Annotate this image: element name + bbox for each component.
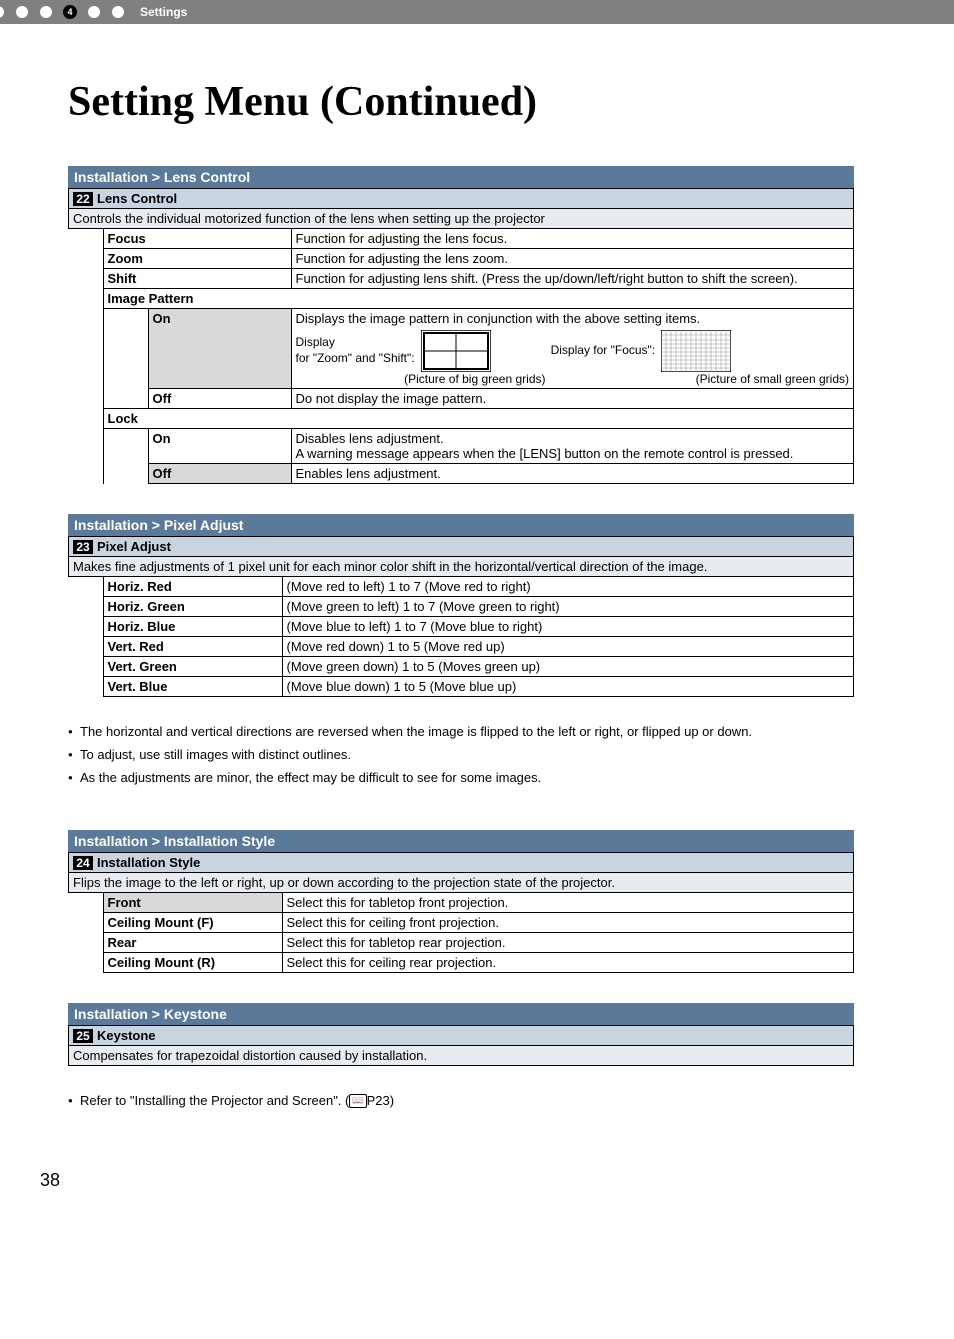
notes-keystone: Refer to "Installing the Projector and S… <box>68 1079 854 1110</box>
row-cr-name: Ceiling Mount (R) <box>103 952 282 972</box>
note-pa-2: To adjust, use still images with distinc… <box>68 747 854 764</box>
breadcrumb-install-style: Installation > Installation Style <box>68 830 854 852</box>
row-hr-name: Horiz. Red <box>103 577 282 597</box>
row-cf-value: Select this for ceiling front projection… <box>282 912 854 932</box>
row-cr-value: Select this for ceiling rear projection. <box>282 952 854 972</box>
row-ip-on-name: On <box>148 309 291 389</box>
ref-p23: P23 <box>367 1093 390 1108</box>
row-lock: Lock <box>103 409 854 429</box>
row-ip-off-value: Do not display the image pattern. <box>291 389 854 409</box>
row-lock-off-name: Off <box>148 464 291 484</box>
step-1 <box>0 5 5 19</box>
header-bar: 4 Settings <box>0 0 954 24</box>
row-rear-name: Rear <box>103 932 282 952</box>
row-hg-name: Horiz. Green <box>103 597 282 617</box>
grid-small-icon <box>661 330 731 372</box>
row-hb-value: (Move blue to left) 1 to 7 (Move blue to… <box>282 617 854 637</box>
row-cf-name: Ceiling Mount (F) <box>103 912 282 932</box>
row-hr-value: (Move red to left) 1 to 7 (Move red to r… <box>282 577 854 597</box>
caption-big-grids: (Picture of big green grids) <box>296 372 546 386</box>
note-pa-3: As the adjustments are minor, the effect… <box>68 770 854 787</box>
row-focus-value: Function for adjusting the lens focus. <box>291 229 854 249</box>
row-hg-value: (Move green to left) 1 to 7 (Move green … <box>282 597 854 617</box>
page-title: Setting Menu (Continued) <box>40 78 914 126</box>
title-keystone: Keystone <box>97 1028 156 1043</box>
num-23: 23 <box>73 540 93 554</box>
num-22: 22 <box>73 192 93 206</box>
table-lens-control: 22 Lens Control Controls the individual m… <box>68 188 854 484</box>
title-install-style: Installation Style <box>97 855 200 870</box>
desc-lens-control: Controls the individual motorized functi… <box>69 209 854 229</box>
notes-pixel-adjust: The horizontal and vertical directions a… <box>68 710 854 787</box>
row-image-pattern: Image Pattern <box>103 289 854 309</box>
row-front-value: Select this for tabletop front projectio… <box>282 892 854 912</box>
caption-small-grids: (Picture of small green grids) <box>606 372 850 386</box>
row-vb-value: (Move blue down) 1 to 5 (Move blue up) <box>282 677 854 697</box>
row-ip-off-name: Off <box>148 389 291 409</box>
row-ip-on-cell: Displays the image pattern in conjunctio… <box>291 309 854 389</box>
row-vg-value: (Move green down) 1 to 5 (Moves green up… <box>282 657 854 677</box>
pattern-label-zoom-shift: Display for "Zoom" and "Shift": <box>296 335 415 366</box>
page-number: 38 <box>40 1170 914 1191</box>
desc-keystone: Compensates for trapezoidal distortion c… <box>69 1045 854 1065</box>
row-hb-name: Horiz. Blue <box>103 617 282 637</box>
desc-pixel-adjust: Makes fine adjustments of 1 pixel unit f… <box>69 557 854 577</box>
row-rear-value: Select this for tabletop rear projection… <box>282 932 854 952</box>
row-focus-name: Focus <box>103 229 291 249</box>
grid-big-icon <box>421 330 491 372</box>
desc-install-style: Flips the image to the left or right, up… <box>69 872 854 892</box>
step-6 <box>111 5 125 19</box>
row-front-name: Front <box>103 892 282 912</box>
table-keystone: 25 Keystone Compensates for trapezoidal d… <box>68 1025 854 1066</box>
num-25: 25 <box>73 1029 93 1043</box>
title-pixel-adjust: Pixel Adjust <box>97 539 171 554</box>
row-shift-value: Function for adjusting lens shift. (Pres… <box>291 269 854 289</box>
row-vg-name: Vert. Green <box>103 657 282 677</box>
note-keystone: Refer to "Installing the Projector and S… <box>68 1093 854 1110</box>
row-lock-on-value: Disables lens adjustment. A warning mess… <box>291 429 854 464</box>
pattern-label-focus: Display for "Focus": <box>551 343 656 359</box>
row-ip-on-desc: Displays the image pattern in conjunctio… <box>296 311 850 326</box>
step-3 <box>39 5 53 19</box>
table-pixel-adjust: 23 Pixel Adjust Makes fine adjustments of… <box>68 536 854 697</box>
note-pa-1: The horizontal and vertical directions a… <box>68 724 854 741</box>
step-indicator: 4 <box>0 5 126 19</box>
row-vb-name: Vert. Blue <box>103 677 282 697</box>
row-zoom-name: Zoom <box>103 249 291 269</box>
header-label: Settings <box>140 5 187 19</box>
step-5 <box>87 5 101 19</box>
row-lock-off-value: Enables lens adjustment. <box>291 464 854 484</box>
num-24: 24 <box>73 856 93 870</box>
row-vr-value: (Move red down) 1 to 5 (Move red up) <box>282 637 854 657</box>
step-2 <box>15 5 29 19</box>
table-install-style: 24 Installation Style Flips the image to … <box>68 852 854 973</box>
step-4-active: 4 <box>63 5 77 19</box>
breadcrumb-keystone: Installation > Keystone <box>68 1003 854 1025</box>
breadcrumb-lens-control: Installation > Lens Control <box>68 166 854 188</box>
row-shift-name: Shift <box>103 269 291 289</box>
title-lens-control: Lens Control <box>97 191 177 206</box>
row-vr-name: Vert. Red <box>103 637 282 657</box>
book-icon: 📖 <box>349 1094 366 1108</box>
row-lock-on-name: On <box>148 429 291 464</box>
row-zoom-value: Function for adjusting the lens zoom. <box>291 249 854 269</box>
breadcrumb-pixel-adjust: Installation > Pixel Adjust <box>68 514 854 536</box>
